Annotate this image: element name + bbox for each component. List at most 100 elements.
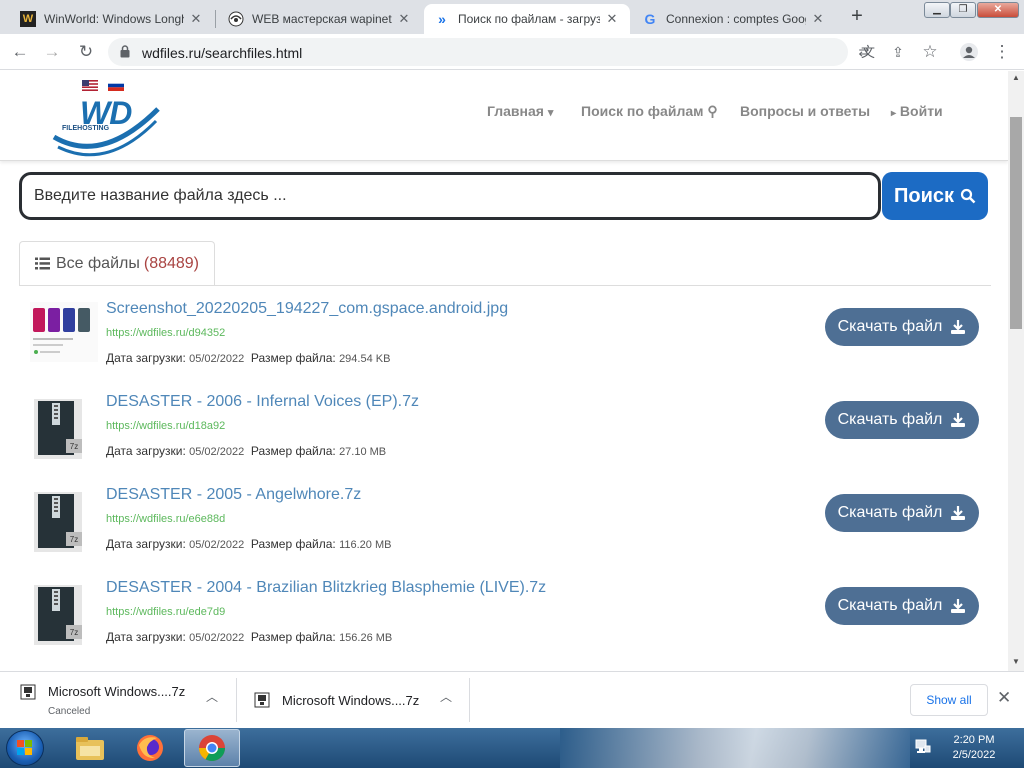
- start-button[interactable]: [6, 730, 44, 766]
- file-url-link[interactable]: https://wdfiles.ru/d94352: [106, 327, 225, 339]
- back-icon[interactable]: ←: [8, 40, 32, 64]
- download-item[interactable]: Microsoft Windows....7z Canceled ︿: [20, 680, 220, 720]
- browser-tab-wapinet[interactable]: WEB мастерская wapinet.r ✕: [218, 4, 422, 34]
- search-button-label: Поиск: [893, 184, 955, 207]
- close-icon[interactable]: ✕: [997, 688, 1011, 708]
- firefox-icon[interactable]: [122, 729, 178, 767]
- chevron-up-icon[interactable]: ︿: [206, 688, 218, 705]
- browser-toolbar: ← → ↻ wdfiles.ru/searchfiles.html ⇄ 文 ⇪ …: [0, 34, 1024, 70]
- browser-tab-google[interactable]: G Connexion : comptes Goog ✕: [632, 4, 836, 34]
- file-size-label: Размер файла:: [250, 630, 336, 644]
- download-separator: [236, 678, 237, 722]
- wapinet-icon: [228, 11, 244, 27]
- search-button[interactable]: Поиск: [882, 172, 988, 220]
- file-row: Screenshot_20220205_194227_com.gspace.an…: [0, 300, 1008, 393]
- address-bar[interactable]: wdfiles.ru/searchfiles.html ⇄: [108, 38, 869, 66]
- clock-time: 2:20 PM: [953, 734, 995, 746]
- scrollbar-thumb[interactable]: [1010, 117, 1022, 329]
- file-name-link[interactable]: Screenshot_20220205_194227_com.gspace.an…: [106, 300, 508, 318]
- download-item[interactable]: Microsoft Windows....7z ︿: [254, 680, 464, 720]
- download-file-button[interactable]: Скачать файл: [825, 494, 979, 532]
- scroll-down-icon[interactable]: ▼: [1008, 657, 1024, 666]
- logo-subtext: FILEHOSTING: [62, 125, 110, 132]
- web-page: WD FILEHOSTING Главная ▾ Поиск по файлам…: [0, 71, 1008, 671]
- browser-tab-wdfiles[interactable]: » Поиск по файлам - загруз ✕: [424, 4, 630, 34]
- nav-home-label: Главная: [487, 103, 544, 119]
- download-icon: [951, 599, 966, 613]
- file-size: 156.26 MB: [339, 632, 393, 644]
- close-tab-icon[interactable]: ✕: [604, 11, 620, 27]
- upload-date: 05/02/2022: [189, 353, 245, 365]
- download-file-button[interactable]: Скачать файл: [825, 587, 979, 625]
- file-explorer-icon[interactable]: [62, 729, 118, 767]
- archive-7z-icon[interactable]: 7z: [34, 492, 82, 552]
- chevron-up-icon[interactable]: ︿: [440, 688, 452, 705]
- english-flag-icon[interactable]: [82, 80, 98, 91]
- file-meta: Дата загрузки: 05/02/2022 Размер файла: …: [106, 630, 392, 644]
- page-scrollbar[interactable]: ▲ ▼: [1008, 71, 1024, 671]
- browser-tab-winworld[interactable]: W WinWorld: Windows Longh ✕: [10, 4, 214, 34]
- system-clock[interactable]: 2:20 PM 2/5/2022: [944, 733, 1004, 763]
- archive-file-icon: [20, 684, 36, 700]
- search-input[interactable]: [34, 187, 854, 205]
- archive-7z-icon[interactable]: 7z: [34, 399, 82, 459]
- file-size: 294.54 KB: [339, 353, 391, 365]
- search-icon: [960, 188, 976, 204]
- file-name-link[interactable]: DESASTER - 2004 - Brazilian Blitzkrieg B…: [106, 579, 546, 597]
- tab-title: Поиск по файлам - загруз: [458, 12, 600, 26]
- close-window-button[interactable]: ✕: [977, 2, 1019, 18]
- file-size-label: Размер файла:: [250, 537, 336, 551]
- nav-login[interactable]: ▸ Войти: [891, 103, 943, 119]
- download-status: Canceled: [48, 706, 91, 717]
- wallpaper-strip: [560, 728, 910, 768]
- network-icon[interactable]: [914, 738, 932, 756]
- scroll-up-icon[interactable]: ▲: [1008, 73, 1024, 82]
- russian-flag-icon[interactable]: [108, 80, 124, 91]
- minimize-button[interactable]: ▁: [924, 2, 950, 18]
- reload-icon[interactable]: ↻: [74, 40, 98, 64]
- file-url-link[interactable]: https://wdfiles.ru/d18a92: [106, 420, 225, 432]
- nav-file-search[interactable]: Поиск по файлам ⚲: [581, 103, 718, 120]
- show-all-button[interactable]: Show all: [910, 684, 988, 716]
- file-name-link[interactable]: DESASTER - 2005 - Angelwhore.7z: [106, 486, 361, 504]
- tab-all-files[interactable]: Все файлы (88489): [19, 241, 215, 286]
- tab-divider: [19, 285, 991, 286]
- nav-faq[interactable]: Вопросы и ответы: [740, 103, 870, 119]
- tab-title: WinWorld: Windows Longh: [44, 12, 184, 26]
- site-header: WD FILEHOSTING Главная ▾ Поиск по файлам…: [0, 71, 1008, 161]
- download-file-button[interactable]: Скачать файл: [825, 308, 979, 346]
- file-row: 7z DESASTER - 2005 - Angelwhore.7z https…: [0, 486, 1008, 579]
- upload-date-label: Дата загрузки:: [106, 351, 186, 365]
- svg-text:7z: 7z: [70, 442, 78, 451]
- download-filename: Microsoft Windows....7z: [282, 693, 420, 708]
- file-row: 7z DESASTER - 2004 - Brazilian Blitzkrie…: [0, 579, 1008, 671]
- nav-login-label: Войти: [899, 103, 943, 119]
- windows-taskbar: 2:20 PM 2/5/2022: [0, 728, 1024, 768]
- share-icon[interactable]: ⇪: [886, 40, 910, 64]
- close-tab-icon[interactable]: ✕: [396, 11, 412, 27]
- nav-file-search-label: Поиск по файлам: [581, 103, 704, 119]
- image-thumbnail[interactable]: [30, 302, 98, 362]
- archive-7z-icon[interactable]: 7z: [34, 585, 82, 645]
- menu-kebab-icon[interactable]: ⋮: [990, 40, 1014, 64]
- new-tab-button[interactable]: +: [846, 6, 868, 28]
- file-name-link[interactable]: DESASTER - 2006 - Infernal Voices (EP).7…: [106, 393, 419, 411]
- translate-icon[interactable]: 文: [856, 40, 880, 64]
- close-tab-icon[interactable]: ✕: [188, 11, 204, 27]
- profile-icon[interactable]: [957, 40, 981, 64]
- close-tab-icon[interactable]: ✕: [810, 11, 826, 27]
- chrome-icon[interactable]: [184, 729, 240, 767]
- site-logo[interactable]: WD FILEHOSTING: [52, 95, 162, 159]
- download-icon: [951, 320, 966, 334]
- tab-title: Connexion : comptes Goog: [666, 12, 806, 26]
- bookmark-star-icon[interactable]: ☆: [918, 40, 942, 64]
- download-filename: Microsoft Windows....7z: [48, 684, 186, 699]
- file-url-link[interactable]: https://wdfiles.ru/ede7d9: [106, 606, 225, 618]
- restore-button[interactable]: ❐: [950, 2, 976, 18]
- nav-home[interactable]: Главная ▾: [487, 103, 553, 119]
- tab-separator: [215, 10, 216, 28]
- file-url-link[interactable]: https://wdfiles.ru/e6e88d: [106, 513, 225, 525]
- file-count: (88489): [143, 254, 200, 272]
- download-file-button[interactable]: Скачать файл: [825, 401, 979, 439]
- forward-icon[interactable]: →: [40, 40, 64, 64]
